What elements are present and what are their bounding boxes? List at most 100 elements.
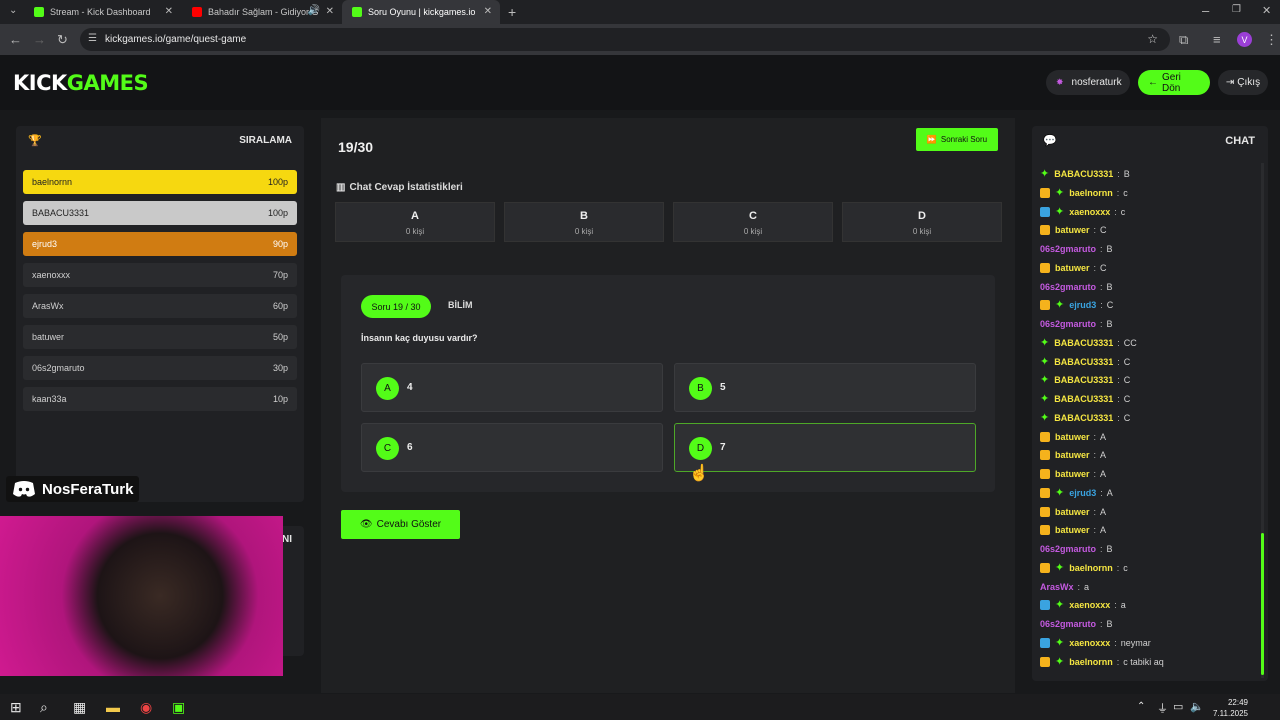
user-profile-pill[interactable]: ✸ nosferaturk — [1046, 70, 1130, 95]
moderator-badge-icon — [1040, 600, 1050, 611]
logout-button[interactable]: ⇥ Çıkış — [1218, 70, 1268, 95]
chat-username[interactable]: batuwer — [1055, 432, 1090, 442]
chat-username[interactable]: batuwer — [1055, 225, 1090, 235]
chat-username[interactable]: batuwer — [1055, 507, 1090, 517]
leaderboard-name: BABACU3331 — [32, 208, 90, 218]
close-tab-icon[interactable]: ✕ — [484, 6, 492, 17]
chat-username[interactable]: batuwer — [1055, 263, 1090, 273]
moderator-badge-icon — [1040, 637, 1050, 648]
chat-username[interactable]: baelnornn — [1069, 188, 1113, 198]
chat-username[interactable]: BABACU3331 — [1054, 357, 1113, 367]
chat-username[interactable]: 06s2gmaruto — [1040, 319, 1096, 329]
chat-text: A — [1100, 450, 1107, 461]
next-question-label: Sonraki Soru — [940, 135, 988, 144]
chat-username[interactable]: BABACU3331 — [1054, 338, 1113, 348]
tab-youtube[interactable]: Bahadır Sağlam - Gidiyor G 🔊 ✕ — [182, 0, 342, 24]
verified-badge-icon: ✦ — [1040, 374, 1050, 387]
windows-start-icon[interactable]: ⊞ — [10, 699, 22, 716]
chrome-icon[interactable]: ◉ — [140, 699, 152, 716]
volume-icon[interactable]: 🔈 — [1190, 700, 1204, 713]
close-tab-icon[interactable]: ✕ — [326, 6, 334, 17]
answer-option-a[interactable]: A4 — [361, 363, 663, 412]
new-tab-icon[interactable]: + — [508, 4, 516, 20]
chat-text: A — [1100, 525, 1107, 536]
chat-username[interactable]: baelnornn — [1069, 657, 1113, 667]
restore-icon[interactable]: ❐ — [1232, 4, 1241, 15]
stat-count: 0 kişi — [574, 227, 594, 236]
browser-tabbar: ⌄ Stream - Kick Dashboard ✕ Bahadır Sağl… — [0, 0, 1280, 24]
chat-username[interactable]: xaenoxxx — [1069, 207, 1110, 217]
leaderboard-points: 100p — [267, 208, 288, 218]
verified-badge-icon: ✦ — [1055, 655, 1065, 668]
chat-separator: : — [1093, 469, 1097, 479]
close-window-icon[interactable]: ✕ — [1262, 4, 1271, 17]
chat-username[interactable]: 06s2gmaruto — [1040, 282, 1096, 292]
extensions-icon[interactable]: ⧉ — [1179, 32, 1188, 48]
profile-avatar[interactable]: V — [1237, 32, 1252, 47]
chat-username[interactable]: batuwer — [1055, 450, 1090, 460]
chat-username[interactable]: xaenoxxx — [1069, 600, 1110, 610]
chat-username[interactable]: ejrud3 — [1069, 300, 1096, 310]
back-icon[interactable]: ← — [9, 32, 22, 47]
show-answer-button[interactable]: 👁 Cevabı Göster — [341, 510, 460, 539]
next-question-button[interactable]: ⏩ Sonraki Soru — [916, 128, 998, 151]
chat-message: ✦ ejrud3: A — [1040, 486, 1113, 500]
tab-soru-oyunu[interactable]: Soru Oyunu | kickgames.io ✕ — [342, 0, 500, 24]
chat-username[interactable]: ArasWx — [1040, 582, 1074, 592]
leaderboard-points: 90p — [272, 239, 288, 249]
minimize-icon[interactable]: – — [1202, 3, 1209, 18]
chat-username[interactable]: batuwer — [1055, 469, 1090, 479]
search-icon[interactable]: ⌕ — [40, 699, 48, 716]
answer-option-b[interactable]: B5 — [674, 363, 976, 412]
leaderboard-name: kaan33a — [32, 394, 67, 404]
back-button[interactable]: ← Geri Dön — [1138, 70, 1210, 95]
site-info-icon[interactable]: ☰ — [88, 33, 97, 44]
chat-username[interactable]: 06s2gmaruto — [1040, 244, 1096, 254]
tab-kick-dashboard[interactable]: Stream - Kick Dashboard ✕ — [24, 0, 181, 24]
answer-option-c[interactable]: C6 — [361, 423, 663, 472]
menu-dots-icon[interactable]: ⋮ — [1265, 32, 1278, 48]
address-bar[interactable]: ☰ kickgames.io/game/quest-game ☆ — [80, 28, 1170, 51]
option-value: 6 — [407, 442, 413, 453]
verified-badge-icon: ✦ — [1040, 336, 1050, 349]
chat-separator: : — [1114, 637, 1117, 648]
network-icon[interactable]: ▭ — [1173, 700, 1183, 713]
site-logo[interactable]: KICKGAMES — [13, 71, 149, 95]
chat-separator: : — [1114, 600, 1117, 611]
tray-chevron-icon[interactable]: ⌃ — [1137, 701, 1145, 712]
chat-username[interactable]: BABACU3331 — [1054, 413, 1113, 423]
back-label: Geri Dön — [1162, 71, 1181, 94]
task-view-icon[interactable]: ▦ — [73, 699, 86, 716]
chat-username[interactable]: 06s2gmaruto — [1040, 619, 1096, 629]
chat-username[interactable]: batuwer — [1055, 525, 1090, 535]
verified-badge-icon: ✦ — [1055, 599, 1065, 612]
chat-username[interactable]: 06s2gmaruto — [1040, 544, 1096, 554]
forward-icon[interactable]: → — [33, 32, 46, 47]
chat-username[interactable]: BABACU3331 — [1054, 394, 1113, 404]
chat-message: batuwer: A — [1040, 448, 1106, 462]
chat-username[interactable]: ejrud3 — [1069, 488, 1096, 498]
file-explorer-icon[interactable]: ▬ — [106, 699, 120, 715]
stat-count: 0 kişi — [743, 227, 763, 236]
chat-username[interactable]: baelnornn — [1069, 563, 1113, 573]
chat-username[interactable]: BABACU3331 — [1054, 169, 1113, 179]
usb-icon[interactable]: ⏚ — [1157, 700, 1168, 716]
tab-list-icon[interactable]: ⌄ — [9, 5, 17, 16]
chat-username[interactable]: BABACU3331 — [1054, 375, 1113, 385]
answer-option-d[interactable]: D7 — [674, 423, 976, 472]
chat-text: c — [1123, 187, 1128, 198]
bookmark-star-icon[interactable]: ☆ — [1147, 32, 1158, 46]
close-tab-icon[interactable]: ✕ — [165, 6, 173, 17]
system-clock[interactable]: 22:49 7.11.2025 — [1213, 697, 1248, 719]
chat-bubbles-icon: 💬 — [1043, 135, 1057, 147]
media-icon[interactable]: ≡ — [1213, 32, 1221, 47]
audio-playing-icon[interactable]: 🔊 — [308, 5, 320, 16]
chat-message: 06s2gmaruto: B — [1040, 542, 1113, 556]
chat-username[interactable]: xaenoxxx — [1069, 638, 1110, 648]
leaderboard-points: 50p — [272, 332, 288, 342]
reload-icon[interactable]: ↻ — [57, 32, 68, 48]
chat-separator: : — [1100, 244, 1103, 254]
leaderboard-name: xaenoxxx — [32, 270, 71, 280]
chat-scrollbar-thumb[interactable] — [1261, 533, 1264, 675]
kick-app-icon[interactable]: ▣ — [172, 699, 185, 716]
